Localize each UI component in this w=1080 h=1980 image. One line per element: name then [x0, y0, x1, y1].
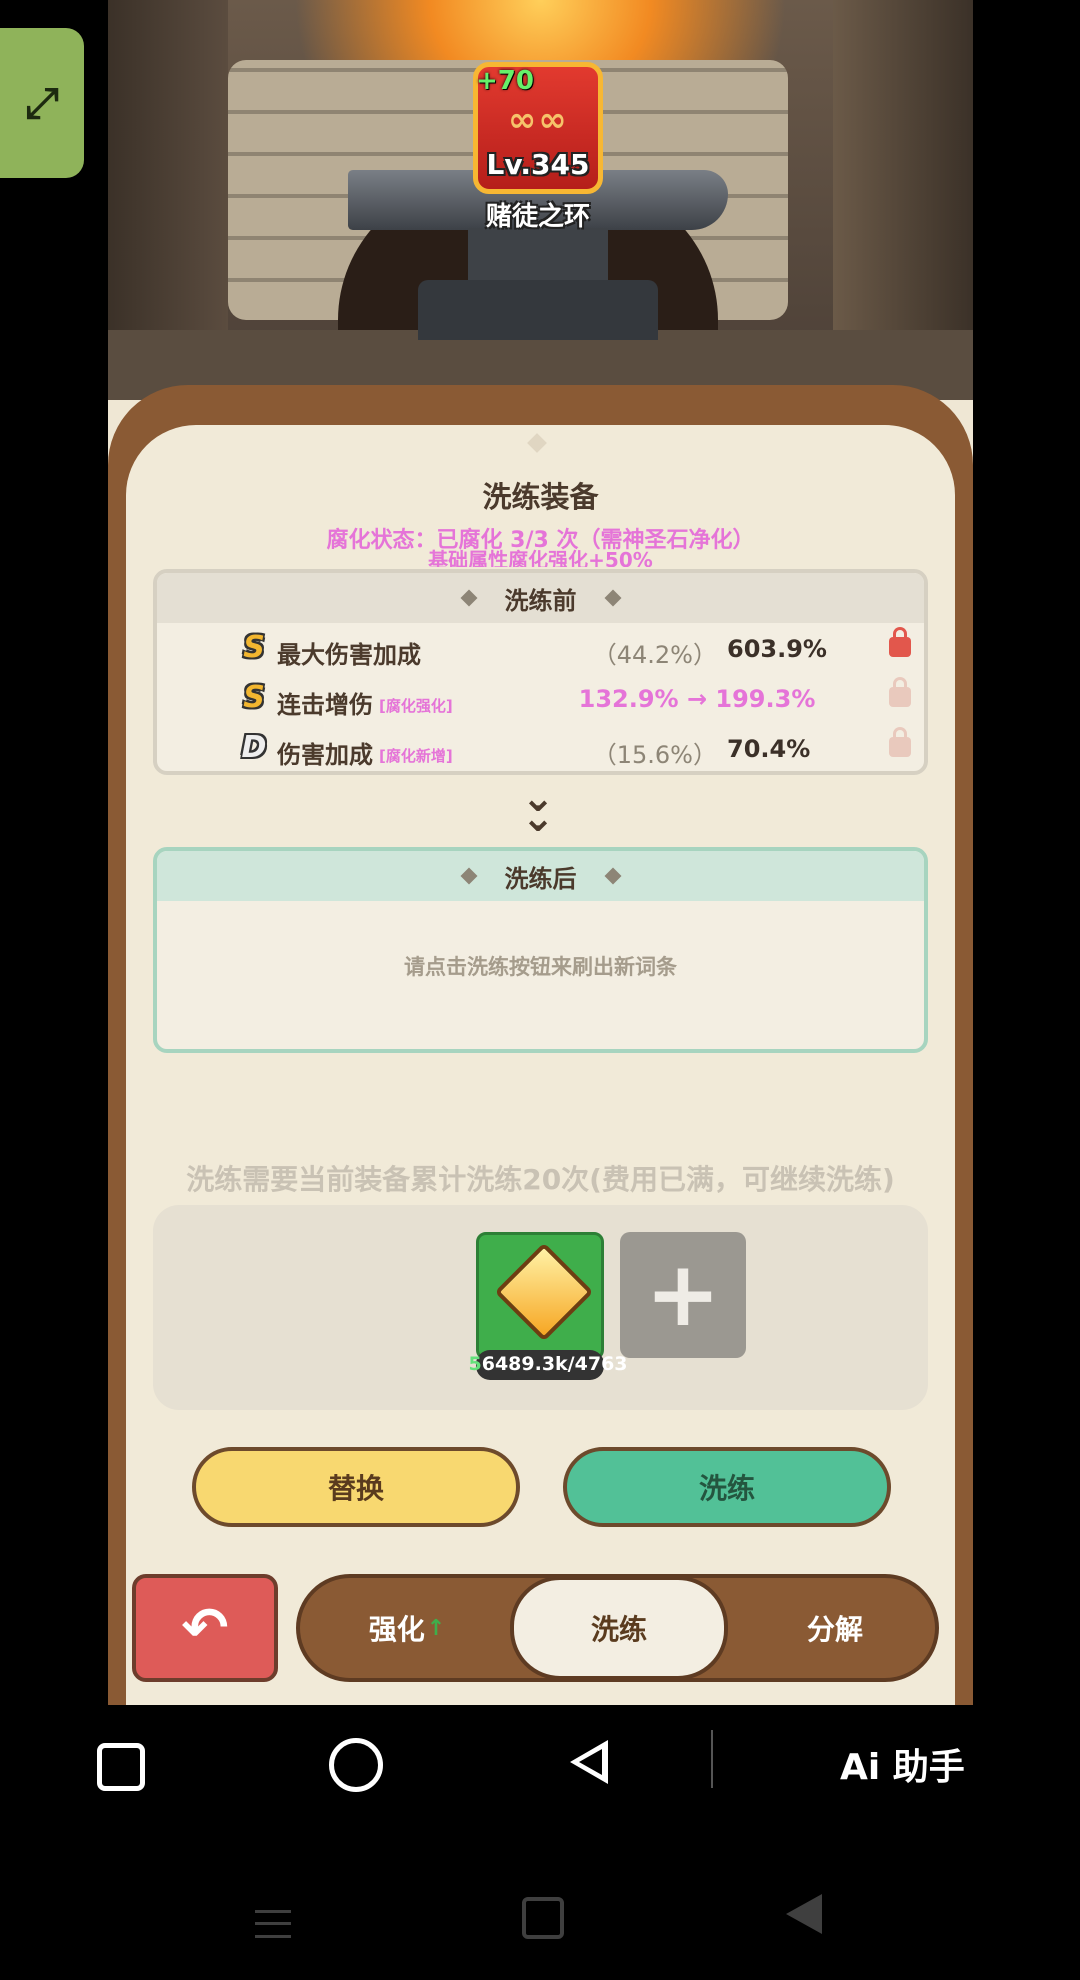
- diamond-icon: [460, 867, 477, 885]
- anvil-image: [348, 170, 728, 340]
- stat-name: 最大伤害加成: [277, 641, 421, 669]
- stat-value: 70.4%: [727, 735, 811, 763]
- item-level: Lv.345: [486, 148, 590, 181]
- stat-value: 603.9%: [727, 635, 827, 663]
- refine-button[interactable]: 洗练: [563, 1447, 891, 1527]
- after-refine-label: 洗练后: [504, 864, 577, 893]
- expand-arrows-icon[interactable]: ⤢: [0, 28, 84, 178]
- back-icon-inner: [579, 1749, 602, 1775]
- gem-icon: [494, 1242, 594, 1342]
- stat-name: 伤害加成 [腐化新增]: [277, 741, 453, 769]
- stat-name: 连击增伤 [腐化强化]: [277, 691, 453, 719]
- back-icon-secondary[interactable]: [786, 1894, 822, 1934]
- material-slot[interactable]: [476, 1232, 604, 1360]
- nav-divider: [711, 1730, 713, 1788]
- stat-tag: [腐化强化]: [379, 697, 453, 715]
- game-viewport: ∞∞ +70 Lv.345 赌徒之环 洗练装备 腐化状态：已腐化 3/3 次（需…: [108, 0, 973, 1705]
- bottom-tabs: 强化 ↑ 分解 洗练: [296, 1574, 939, 1682]
- stat-row: S 连击增伤 [腐化强化] 132.9% → 199.3%: [157, 675, 924, 723]
- grade-s-icon: S: [243, 630, 265, 665]
- before-refine-label: 洗练前: [504, 586, 577, 615]
- ring-icon: ∞∞: [508, 100, 569, 140]
- diamond-icon: [604, 589, 621, 607]
- home-icon[interactable]: [329, 1738, 383, 1792]
- diamond-icon: [460, 589, 477, 607]
- grade-s-icon: S: [243, 680, 265, 715]
- stat-row: D 伤害加成 [腐化新增] （15.6%） 70.4%: [157, 725, 924, 771]
- grade-d-icon: D: [241, 730, 267, 765]
- overview-icon[interactable]: [522, 1897, 564, 1939]
- tab-refine[interactable]: 洗练: [510, 1576, 728, 1680]
- back-arrow-icon: ↶: [181, 1595, 229, 1661]
- double-chevron-down-icon: ⌄ ⌄: [521, 775, 555, 841]
- lock-icon[interactable]: [889, 727, 911, 757]
- after-refine-header: 洗练后: [157, 851, 924, 901]
- corruption-bonus: 基础属性腐化强化+50%: [428, 549, 653, 567]
- item-name: 赌徒之环: [485, 202, 590, 232]
- plus-icon: +: [645, 1242, 721, 1347]
- lock-icon[interactable]: [889, 677, 911, 707]
- recent-apps-icon[interactable]: [97, 1743, 145, 1791]
- enhance-level: +70: [476, 66, 534, 96]
- material-count: 56489.3k/4763: [468, 1353, 628, 1375]
- cost-note: 洗练需要当前装备累计洗练20次(费用已满，可继续洗练): [186, 1163, 895, 1196]
- stat-range: （44.2%）: [592, 641, 717, 669]
- before-refine-box: 洗练前 S 最大伤害加成 （44.2%） 603.9% S 连击增伤 [腐化强化]…: [153, 569, 928, 775]
- menu-icon[interactable]: [255, 1910, 291, 1938]
- after-refine-box: 洗练后 请点击洗练按钮来刷出新词条: [153, 847, 928, 1053]
- before-refine-header: 洗练前: [157, 573, 924, 623]
- upgrade-arrow-icon: ↑: [426, 1615, 446, 1641]
- stat-change: 132.9% → 199.3%: [578, 685, 816, 713]
- panel-title: 洗练装备: [482, 480, 599, 514]
- ai-assistant-button[interactable]: Ai 助手: [840, 1738, 965, 1790]
- back-button[interactable]: ↶: [132, 1574, 278, 1682]
- tab-enhance[interactable]: 强化 ↑: [300, 1578, 514, 1678]
- stat-row: S 最大伤害加成 （44.2%） 603.9%: [157, 625, 924, 673]
- refine-hint: 请点击洗练按钮来刷出新词条: [404, 955, 677, 979]
- tab-dismantle[interactable]: 分解: [728, 1578, 942, 1678]
- stat-range: （15.6%）: [592, 741, 717, 769]
- lock-icon[interactable]: [889, 627, 911, 657]
- add-material-button[interactable]: +: [620, 1232, 746, 1358]
- diamond-icon: [604, 867, 621, 885]
- replace-button[interactable]: 替换: [192, 1447, 520, 1527]
- stat-tag: [腐化新增]: [379, 747, 453, 765]
